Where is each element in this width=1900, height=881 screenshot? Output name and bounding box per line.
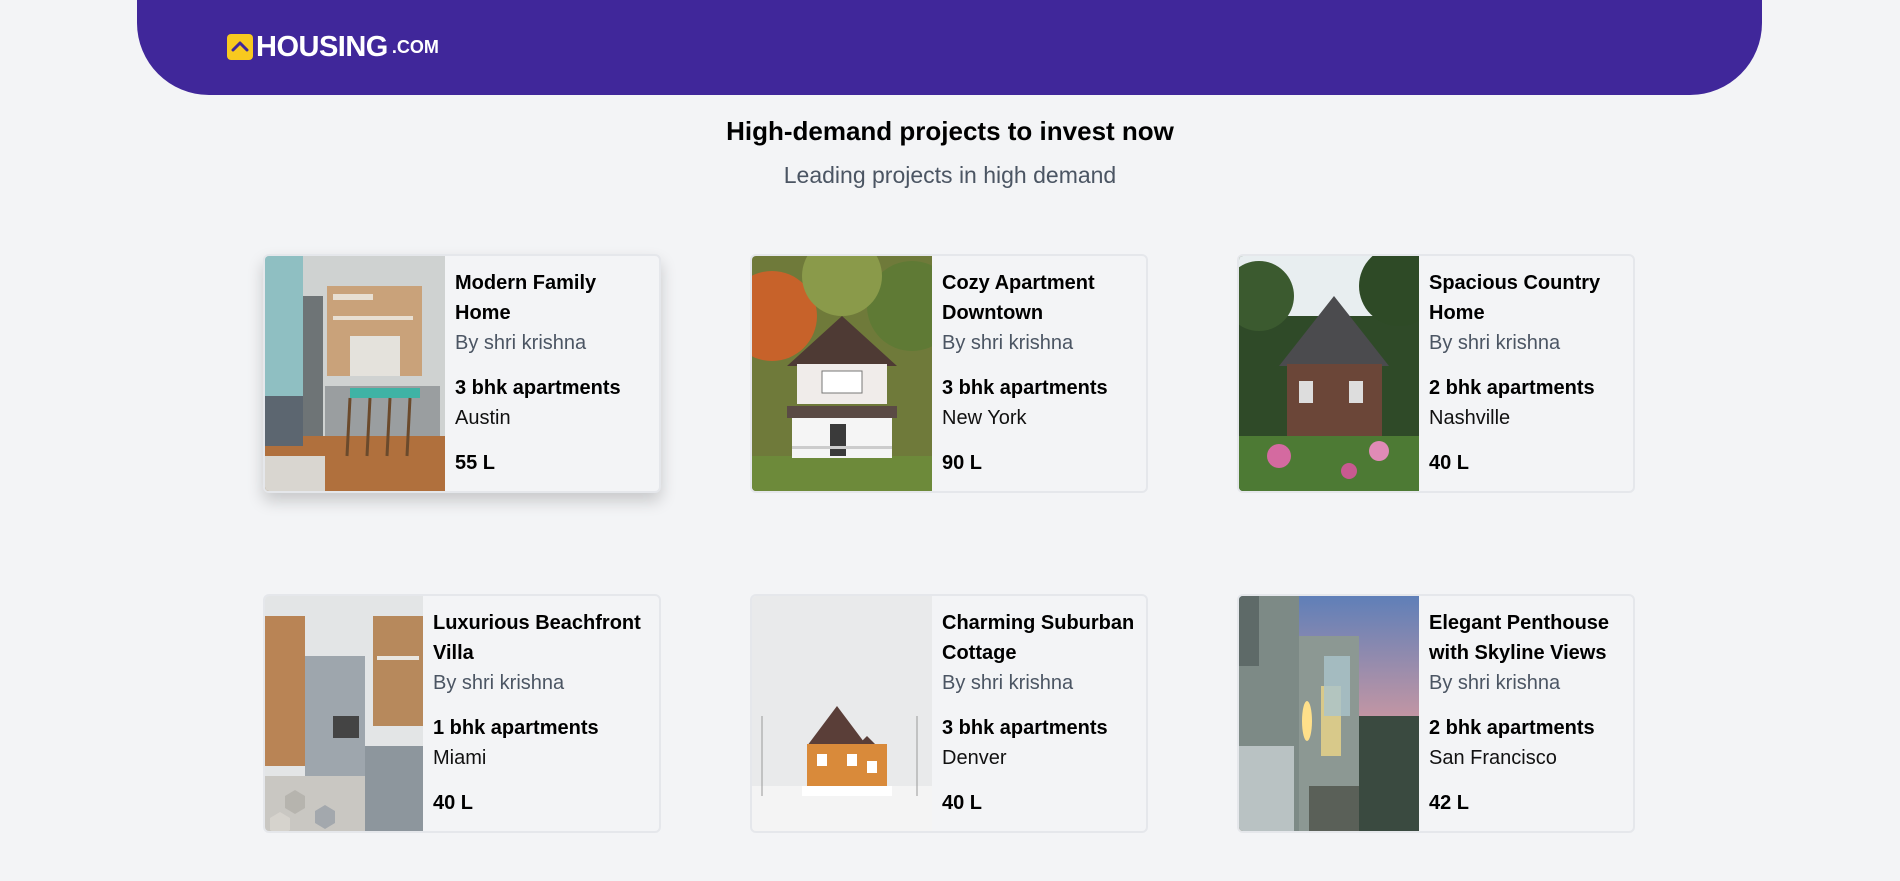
project-title-line2: Villa <box>433 642 474 664</box>
project-image <box>265 596 423 831</box>
project-title-line1: Modern Family <box>455 272 597 294</box>
project-card[interactable]: Luxurious Beachfront Villa By shri krish… <box>263 594 661 833</box>
project-city: Denver <box>942 747 1007 769</box>
project-card[interactable]: Charming Suburban Cottage By shri krishn… <box>750 594 1148 833</box>
project-image <box>1239 596 1419 831</box>
project-builder: By shri krishna <box>942 332 1074 354</box>
project-card[interactable]: Elegant Penthouse with Skyline Views By … <box>1237 594 1635 833</box>
project-image <box>1239 256 1419 491</box>
project-builder: By shri krishna <box>1429 332 1561 354</box>
project-image <box>752 256 932 491</box>
section-subtitle: Leading projects in high demand <box>783 162 1117 188</box>
project-builder: By shri krishna <box>433 672 565 694</box>
project-price: 40 L <box>1429 452 1470 474</box>
project-card[interactable]: Cozy Apartment Downtown By shri krishna … <box>750 254 1148 493</box>
project-image <box>752 596 932 831</box>
project-builder: By shri krishna <box>942 672 1074 694</box>
housing-logo[interactable]: HOUSING .COM <box>227 31 439 63</box>
project-title-line1: Cozy Apartment <box>942 272 1095 294</box>
project-city: Austin <box>455 407 511 429</box>
project-card[interactable]: Spacious Country Home By shri krishna 2 … <box>1237 254 1635 493</box>
project-price: 40 L <box>942 792 983 814</box>
project-price: 55 L <box>455 452 496 474</box>
project-type: 2 bhk apartments <box>1429 377 1595 399</box>
project-price: 40 L <box>433 792 474 814</box>
project-title-line1: Spacious Country <box>1429 272 1601 294</box>
project-city: New York <box>942 407 1027 429</box>
project-title-line2: Home <box>455 302 511 324</box>
project-title-line2: Downtown <box>942 302 1044 324</box>
home-icon <box>227 34 253 60</box>
project-title-line1: Luxurious Beachfront <box>433 612 641 634</box>
project-city: San Francisco <box>1429 747 1557 769</box>
project-type: 2 bhk apartments <box>1429 717 1595 739</box>
project-price: 42 L <box>1429 792 1470 814</box>
project-type: 3 bhk apartments <box>455 377 621 399</box>
project-title-line2: with Skyline Views <box>1429 642 1607 664</box>
logo-suffix: .COM <box>391 37 439 57</box>
project-type: 3 bhk apartments <box>942 717 1108 739</box>
project-city: Miami <box>433 747 487 769</box>
section-title: High-demand projects to invest now <box>726 116 1174 146</box>
project-builder: By shri krishna <box>1429 672 1561 694</box>
site-header: HOUSING .COM <box>137 0 1762 95</box>
project-title-line2: Home <box>1429 302 1485 324</box>
project-type: 1 bhk apartments <box>433 717 599 739</box>
project-price: 90 L <box>942 452 983 474</box>
project-type: 3 bhk apartments <box>942 377 1108 399</box>
project-title-line2: Cottage <box>942 642 1017 664</box>
project-image <box>265 256 445 491</box>
project-city: Nashville <box>1429 407 1511 429</box>
logo-text: HOUSING <box>256 31 388 63</box>
project-title-line1: Elegant Penthouse <box>1429 612 1610 634</box>
project-title-line1: Charming Suburban <box>942 612 1135 634</box>
project-builder: By shri krishna <box>455 332 587 354</box>
project-card[interactable]: Modern Family Home By shri krishna 3 bhk… <box>263 254 661 493</box>
